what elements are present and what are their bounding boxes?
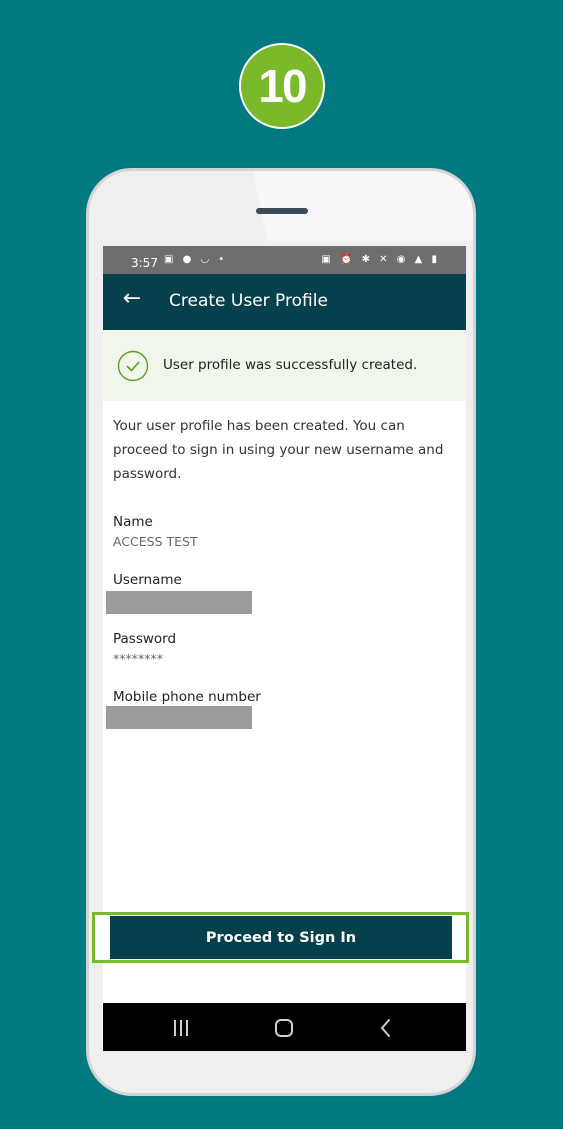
page-title: Create User Profile <box>169 291 328 311</box>
mobile-redacted <box>106 706 252 729</box>
proceed-to-sign-in-button[interactable]: Proceed to Sign In <box>110 916 452 959</box>
mobile-label: Mobile phone number <box>113 689 261 705</box>
back-nav-icon[interactable] <box>374 1017 398 1039</box>
intro-text: Your user profile has been created. You … <box>113 418 444 482</box>
name-value: ACCESS TEST <box>113 534 198 549</box>
app-bar: ← Create User Profile <box>103 274 466 330</box>
username-redacted <box>106 591 252 614</box>
password-value: ******** <box>113 651 163 666</box>
system-nav-bar <box>103 1003 466 1051</box>
phone-glare <box>250 171 473 241</box>
status-notification-icons: ▣ ● ◡ • <box>164 254 228 265</box>
success-banner: User profile was successfully created. <box>103 330 466 401</box>
step-number-badge: 10 <box>239 43 325 129</box>
status-bar: 3:57 ▣ ● ◡ • ▣ ⏰ ✱ ✕ ◉ ▲ ▮ <box>103 246 466 274</box>
success-message: User profile was successfully created. <box>163 357 418 373</box>
home-icon[interactable] <box>272 1017 296 1039</box>
name-label: Name <box>113 514 153 530</box>
password-label: Password <box>113 631 177 647</box>
check-circle-icon <box>117 350 149 382</box>
status-system-icons: ▣ ⏰ ✱ ✕ ◉ ▲ ▮ <box>321 254 440 265</box>
status-time: 3:57 <box>131 256 158 270</box>
username-label: Username <box>113 572 182 588</box>
recent-apps-icon[interactable] <box>169 1017 193 1039</box>
phone-speaker <box>256 208 308 214</box>
back-arrow-icon[interactable]: ← <box>117 284 147 314</box>
